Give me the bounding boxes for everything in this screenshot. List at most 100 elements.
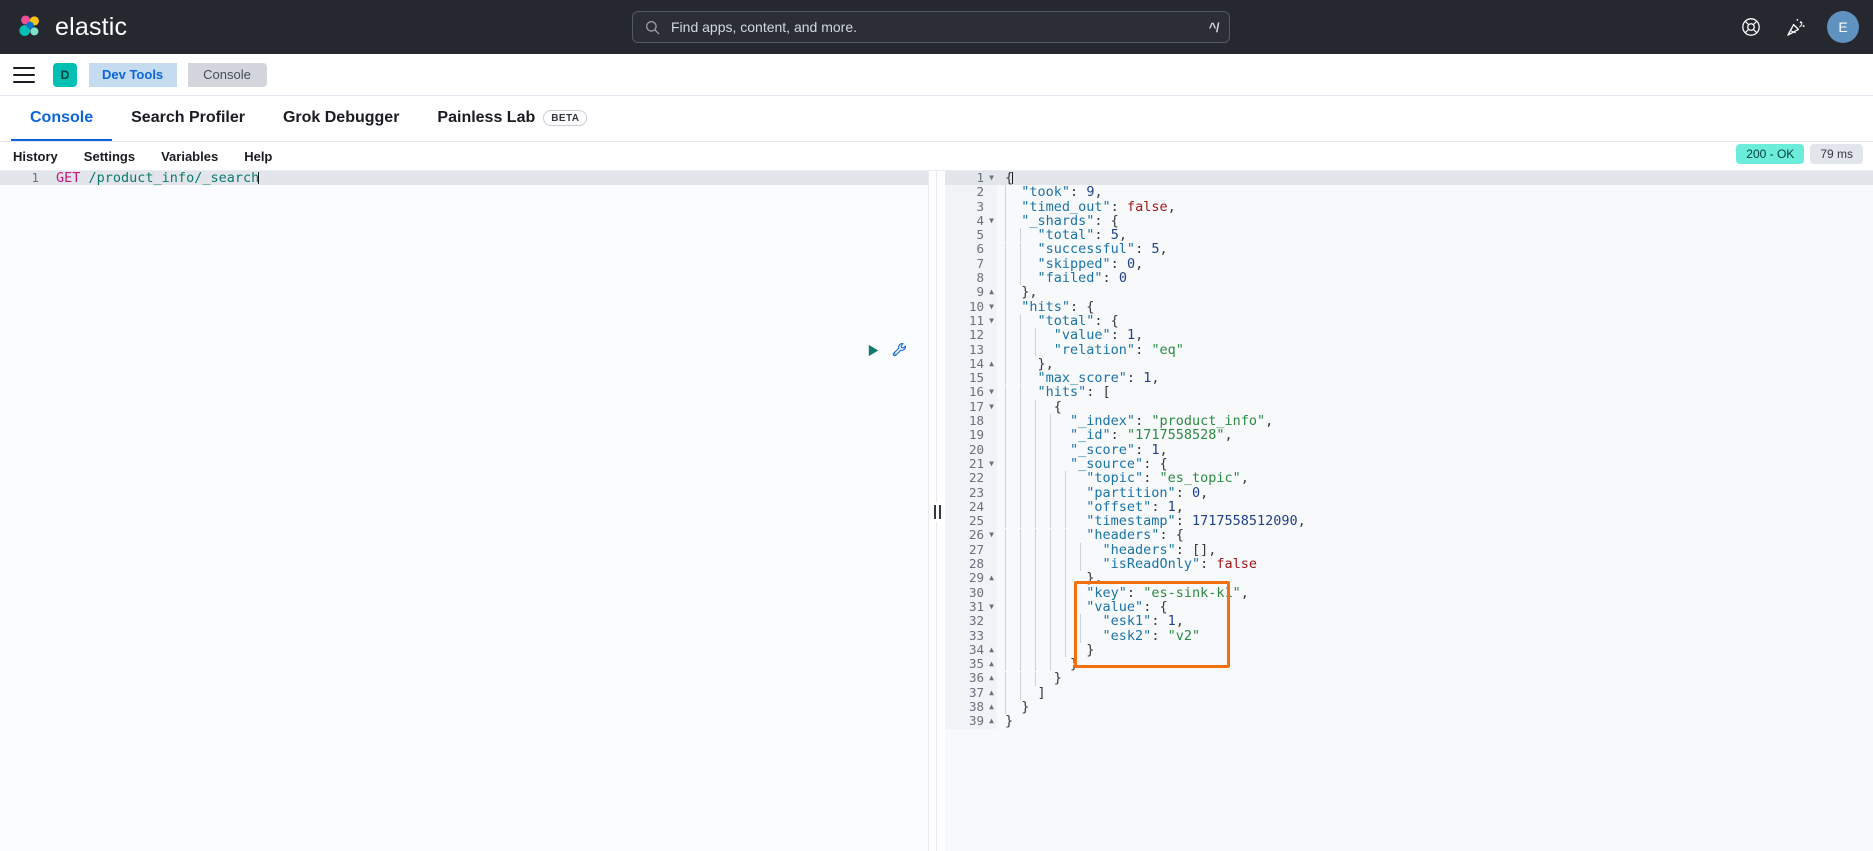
breadcrumb-item-dev-tools[interactable]: Dev Tools bbox=[89, 62, 189, 87]
response-pane[interactable]: 1 ▼{2 "took": 9, 3 "timed_out": false, 4 ▼ "… bbox=[945, 171, 1873, 851]
tab-console-label: Console bbox=[30, 109, 94, 126]
code-line[interactable]: 3 "timed_out": false, bbox=[945, 199, 1873, 214]
response-status-group: 200 - OK 79 ms bbox=[1736, 144, 1863, 164]
fold-up-icon[interactable]: ▲ bbox=[989, 357, 994, 371]
fold-up-icon[interactable]: ▲ bbox=[989, 285, 994, 299]
code-line[interactable]: 26 ▼ "headers": { bbox=[945, 528, 1873, 543]
code-line[interactable]: 20 "_score": 1, bbox=[945, 442, 1873, 457]
fold-down-icon[interactable]: ▼ bbox=[989, 171, 994, 185]
fold-down-icon[interactable]: ▼ bbox=[989, 314, 994, 328]
code-line[interactable]: 32 "esk1": 1, bbox=[945, 613, 1873, 629]
code-line[interactable]: 31 ▼ "value": { bbox=[945, 599, 1873, 615]
code-line[interactable]: 34 ▲ } bbox=[945, 642, 1873, 658]
code-line[interactable]: 29 ▲ }, bbox=[945, 571, 1873, 586]
token: , bbox=[1135, 255, 1144, 272]
code-line[interactable]: 23 "partition": 0, bbox=[945, 484, 1873, 501]
party-popper-news-icon[interactable] bbox=[1783, 15, 1807, 39]
toolbar-settings-button[interactable]: Settings bbox=[84, 149, 135, 164]
fold-up-icon[interactable]: ▲ bbox=[989, 714, 994, 728]
code-line[interactable]: 7 "skipped": 0, bbox=[945, 255, 1873, 272]
fold-up-icon[interactable]: ▲ bbox=[989, 571, 994, 585]
code-line[interactable]: 21 ▼ "_source": { bbox=[945, 456, 1873, 472]
brand[interactable]: elastic bbox=[0, 13, 127, 42]
toolbar-help-button[interactable]: Help bbox=[244, 149, 272, 164]
tab-painless-lab[interactable]: Painless Lab BETA bbox=[418, 97, 606, 141]
fold-up-icon[interactable]: ▲ bbox=[989, 643, 994, 657]
token: "relation" bbox=[1053, 341, 1136, 358]
code-line[interactable]: 30 "key": "es-sink-k1", bbox=[945, 585, 1873, 600]
avatar[interactable]: E bbox=[1827, 11, 1859, 43]
code-line[interactable]: 9 ▲ }, bbox=[945, 285, 1873, 300]
fold-down-icon[interactable]: ▼ bbox=[989, 457, 994, 471]
code-line[interactable]: 27 "headers": [], bbox=[945, 542, 1873, 558]
token: } bbox=[1005, 713, 1014, 730]
token: , bbox=[1200, 484, 1209, 501]
code-line[interactable]: 4 ▼ "_shards": { bbox=[945, 213, 1873, 229]
breadcrumb-item-console[interactable]: Console bbox=[177, 62, 267, 87]
fold-down-icon[interactable]: ▼ bbox=[989, 214, 994, 228]
line-number: 1 ▼ bbox=[945, 171, 997, 186]
code-line[interactable]: 24 "offset": 1, bbox=[945, 499, 1873, 515]
line-number: 10 ▼ bbox=[945, 299, 997, 314]
code-line[interactable]: 17 ▼ { bbox=[945, 399, 1873, 415]
pane-resize-handle[interactable] bbox=[929, 171, 945, 851]
fold-down-icon[interactable]: ▼ bbox=[989, 400, 994, 414]
fold-down-icon[interactable]: ▼ bbox=[989, 300, 994, 314]
fold-up-icon[interactable]: ▲ bbox=[989, 671, 994, 685]
fold-down-icon[interactable]: ▼ bbox=[989, 600, 994, 614]
request-pane[interactable]: 1 GET /product_info/_search bbox=[0, 171, 929, 851]
fold-up-icon[interactable]: ▲ bbox=[989, 657, 994, 671]
help-lifering-icon[interactable] bbox=[1739, 15, 1763, 39]
code-line[interactable]: 11 ▼ "total": { bbox=[945, 313, 1873, 329]
code-line[interactable]: 19 "_id": "1717558528", bbox=[945, 428, 1873, 443]
response-editor[interactable]: 1 ▼{2 "took": 9, 3 "timed_out": false, 4 ▼ "… bbox=[945, 171, 1873, 851]
code-line[interactable]: 1 ▼{ bbox=[945, 171, 1873, 186]
toolbar-history-button[interactable]: History bbox=[13, 149, 58, 164]
code-line[interactable]: 39 ▲} bbox=[945, 713, 1873, 730]
fold-down-icon[interactable]: ▼ bbox=[989, 385, 994, 399]
code-line[interactable]: 8 "failed": 0 bbox=[945, 270, 1873, 286]
tab-search-profiler[interactable]: Search Profiler bbox=[112, 97, 264, 141]
code-line[interactable]: 33 "esk2": "v2" bbox=[945, 628, 1873, 643]
code-line[interactable]: 6 "successful": 5, bbox=[945, 242, 1873, 257]
line-number: 36 ▲ bbox=[945, 671, 997, 686]
toolbar-variables-button[interactable]: Variables bbox=[161, 149, 218, 164]
code-line[interactable]: 35 ▲ } bbox=[945, 656, 1873, 672]
code-line[interactable]: 16 ▼ "hits": [ bbox=[945, 385, 1873, 400]
line-number: 31 ▼ bbox=[945, 599, 997, 615]
console-toolbar: History Settings Variables Help 200 - OK… bbox=[0, 142, 1873, 171]
wrench-options-icon[interactable] bbox=[892, 342, 908, 358]
tab-grok-debugger[interactable]: Grok Debugger bbox=[264, 97, 418, 141]
code-line[interactable]: 12 "value": 1, bbox=[945, 327, 1873, 343]
code-text: "headers": [], bbox=[997, 543, 1873, 557]
line-number: 9 ▲ bbox=[945, 285, 997, 300]
code-line[interactable]: 10 ▼ "hits": { bbox=[945, 299, 1873, 314]
code-line[interactable]: 25 "timestamp": 1717558512090, bbox=[945, 513, 1873, 529]
code-line[interactable]: 18 "_index": "product_info", bbox=[945, 413, 1873, 430]
hamburger-menu-icon[interactable] bbox=[13, 66, 35, 83]
code-line[interactable]: 15 "max_score": 1, bbox=[945, 370, 1873, 386]
token: "eq" bbox=[1151, 341, 1184, 358]
code-line[interactable]: 36 ▲ } bbox=[945, 671, 1873, 686]
global-search-input[interactable]: Find apps, content, and more. ^/ bbox=[632, 11, 1230, 43]
token: , bbox=[1265, 413, 1274, 430]
code-line[interactable]: 1 GET /product_info/_search bbox=[0, 171, 928, 186]
fold-up-icon[interactable]: ▲ bbox=[989, 686, 994, 700]
space-badge[interactable]: D bbox=[53, 62, 77, 87]
line-number: 23 bbox=[945, 485, 997, 500]
fold-up-icon[interactable]: ▲ bbox=[989, 700, 994, 714]
fold-down-icon[interactable]: ▼ bbox=[989, 528, 994, 542]
code-line[interactable]: 37 ▲ ] bbox=[945, 685, 1873, 700]
request-editor[interactable]: 1 GET /product_info/_search bbox=[0, 171, 928, 851]
code-line[interactable]: 38 ▲ } bbox=[945, 699, 1873, 715]
code-text: } bbox=[997, 671, 1873, 685]
code-line[interactable]: 5 "total": 5, bbox=[945, 227, 1873, 243]
code-line[interactable]: 13 "relation": "eq" bbox=[945, 341, 1873, 358]
code-text: "topic": "es_topic", bbox=[997, 471, 1873, 485]
code-line[interactable]: 14 ▲ }, bbox=[945, 356, 1873, 372]
play-run-query-icon[interactable] bbox=[866, 343, 881, 358]
tab-console[interactable]: Console bbox=[11, 97, 113, 141]
code-line[interactable]: 22 "topic": "es_topic", bbox=[945, 470, 1873, 486]
code-line[interactable]: 2 "took": 9, bbox=[945, 184, 1873, 200]
code-line[interactable]: 28 "isReadOnly": false bbox=[945, 556, 1873, 572]
